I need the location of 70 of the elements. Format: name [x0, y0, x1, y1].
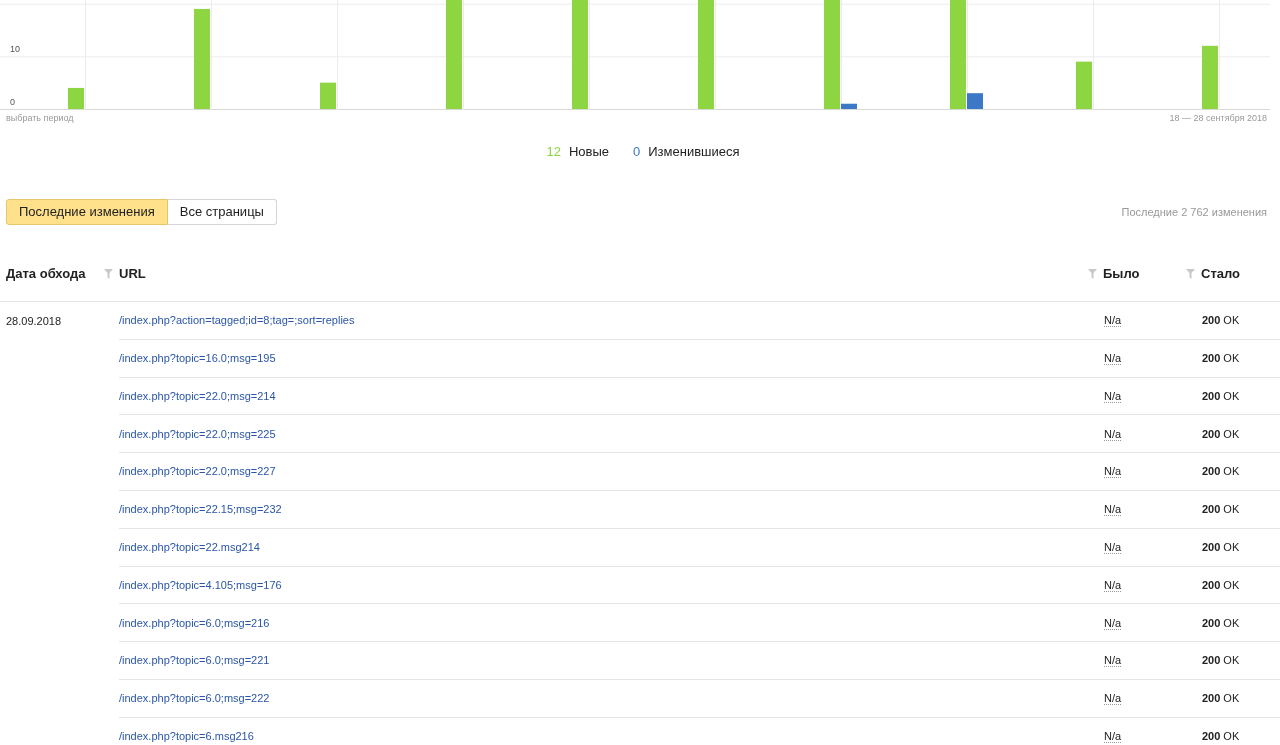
axis-tick-label: 0 — [10, 97, 15, 107]
table-cell: N/a — [1104, 578, 1122, 592]
status-code: 200 — [1202, 728, 1221, 744]
changes-summary: Последние 2 762 изменения — [1121, 204, 1267, 220]
tab[interactable]: Последние изменения — [6, 199, 168, 225]
date-range: 18 — 28 сентября 2018 — [1169, 112, 1267, 125]
url-link[interactable]: /index.php?action=tagged;id=8;tag=;sort=replies — [119, 314, 355, 327]
column-header[interactable]: Дата обхода — [6, 264, 86, 284]
url-link[interactable]: /index.php?topic=6.0;msg=216 — [119, 616, 270, 629]
table-cell: N/a — [1104, 540, 1122, 554]
status-text: OK — [1223, 388, 1240, 404]
column-header[interactable]: Стало — [1201, 264, 1240, 284]
table-cell: N/a — [1104, 616, 1122, 630]
status-code: 200 — [1202, 502, 1221, 518]
status-text: OK — [1223, 539, 1240, 555]
table-cell: N/a — [1104, 729, 1122, 743]
status-text: OK — [1223, 464, 1240, 480]
status-text: OK — [1223, 691, 1240, 707]
column-header[interactable]: Было — [1103, 264, 1140, 284]
status-text: OK — [1223, 653, 1240, 669]
status-text: OK — [1223, 728, 1240, 744]
status-text: OK — [1223, 577, 1240, 593]
legend-label[interactable]: Новые — [568, 141, 610, 161]
status-code: 200 — [1202, 577, 1221, 593]
url-link[interactable]: /index.php?topic=16.0;msg=195 — [119, 351, 276, 364]
table-cell: N/a — [1104, 654, 1122, 668]
table-cell: N/a — [1104, 351, 1122, 365]
url-link[interactable]: /index.php?topic=22.0;msg=225 — [119, 427, 276, 440]
chart-bar — [320, 82, 336, 109]
status-text: OK — [1223, 502, 1240, 518]
status-code: 200 — [1202, 313, 1221, 329]
tab[interactable]: Все страницы — [167, 199, 277, 225]
status-code: 200 — [1202, 539, 1221, 555]
status-text: OK — [1223, 350, 1240, 366]
url-link[interactable]: /index.php?topic=22.msg214 — [119, 540, 260, 553]
status-code: 200 — [1202, 653, 1221, 669]
table-cell: N/a — [1104, 314, 1122, 328]
filter-icon[interactable] — [1088, 269, 1097, 279]
status-text: OK — [1223, 313, 1240, 329]
url-link[interactable]: /index.php?topic=6.0;msg=221 — [119, 654, 270, 667]
table-cell-text: 28.09.2018 — [6, 313, 62, 329]
table-cell: N/a — [1104, 692, 1122, 706]
url-link[interactable]: /index.php?topic=22.15;msg=232 — [119, 503, 282, 516]
status-code: 200 — [1202, 691, 1221, 707]
url-link[interactable]: /index.php?topic=6.0;msg=222 — [119, 692, 270, 705]
chart-bar — [68, 87, 84, 109]
url-link[interactable]: /index.php?topic=6.msg216 — [119, 729, 254, 742]
legend-count: 12 — [546, 142, 561, 161]
chart-bar — [1076, 61, 1092, 109]
table-cell: N/a — [1104, 427, 1122, 441]
status-code: 200 — [1202, 388, 1221, 404]
column-header[interactable]: URL — [119, 264, 146, 284]
table-cell: N/a — [1104, 465, 1122, 479]
table-cell: N/a — [1104, 503, 1122, 517]
chart-bar — [1202, 45, 1218, 109]
legend-label[interactable]: Изменившиеся — [648, 141, 740, 161]
table-cell: N/a — [1104, 389, 1122, 403]
status-text: OK — [1223, 426, 1240, 442]
url-link[interactable]: /index.php?topic=22.0;msg=214 — [119, 389, 276, 402]
legend-count: 0 — [633, 142, 641, 161]
status-code: 200 — [1202, 464, 1221, 480]
status-text: OK — [1223, 615, 1240, 631]
status-code: 200 — [1202, 615, 1221, 631]
url-link[interactable]: /index.php?topic=4.105;msg=176 — [119, 578, 282, 591]
status-code: 200 — [1202, 350, 1221, 366]
filter-icon[interactable] — [1186, 269, 1195, 279]
axis-tick-label: 10 — [10, 44, 20, 55]
url-link[interactable]: /index.php?topic=22.0;msg=227 — [119, 465, 276, 478]
filter-icon[interactable] — [104, 269, 113, 279]
status-code: 200 — [1202, 426, 1221, 442]
